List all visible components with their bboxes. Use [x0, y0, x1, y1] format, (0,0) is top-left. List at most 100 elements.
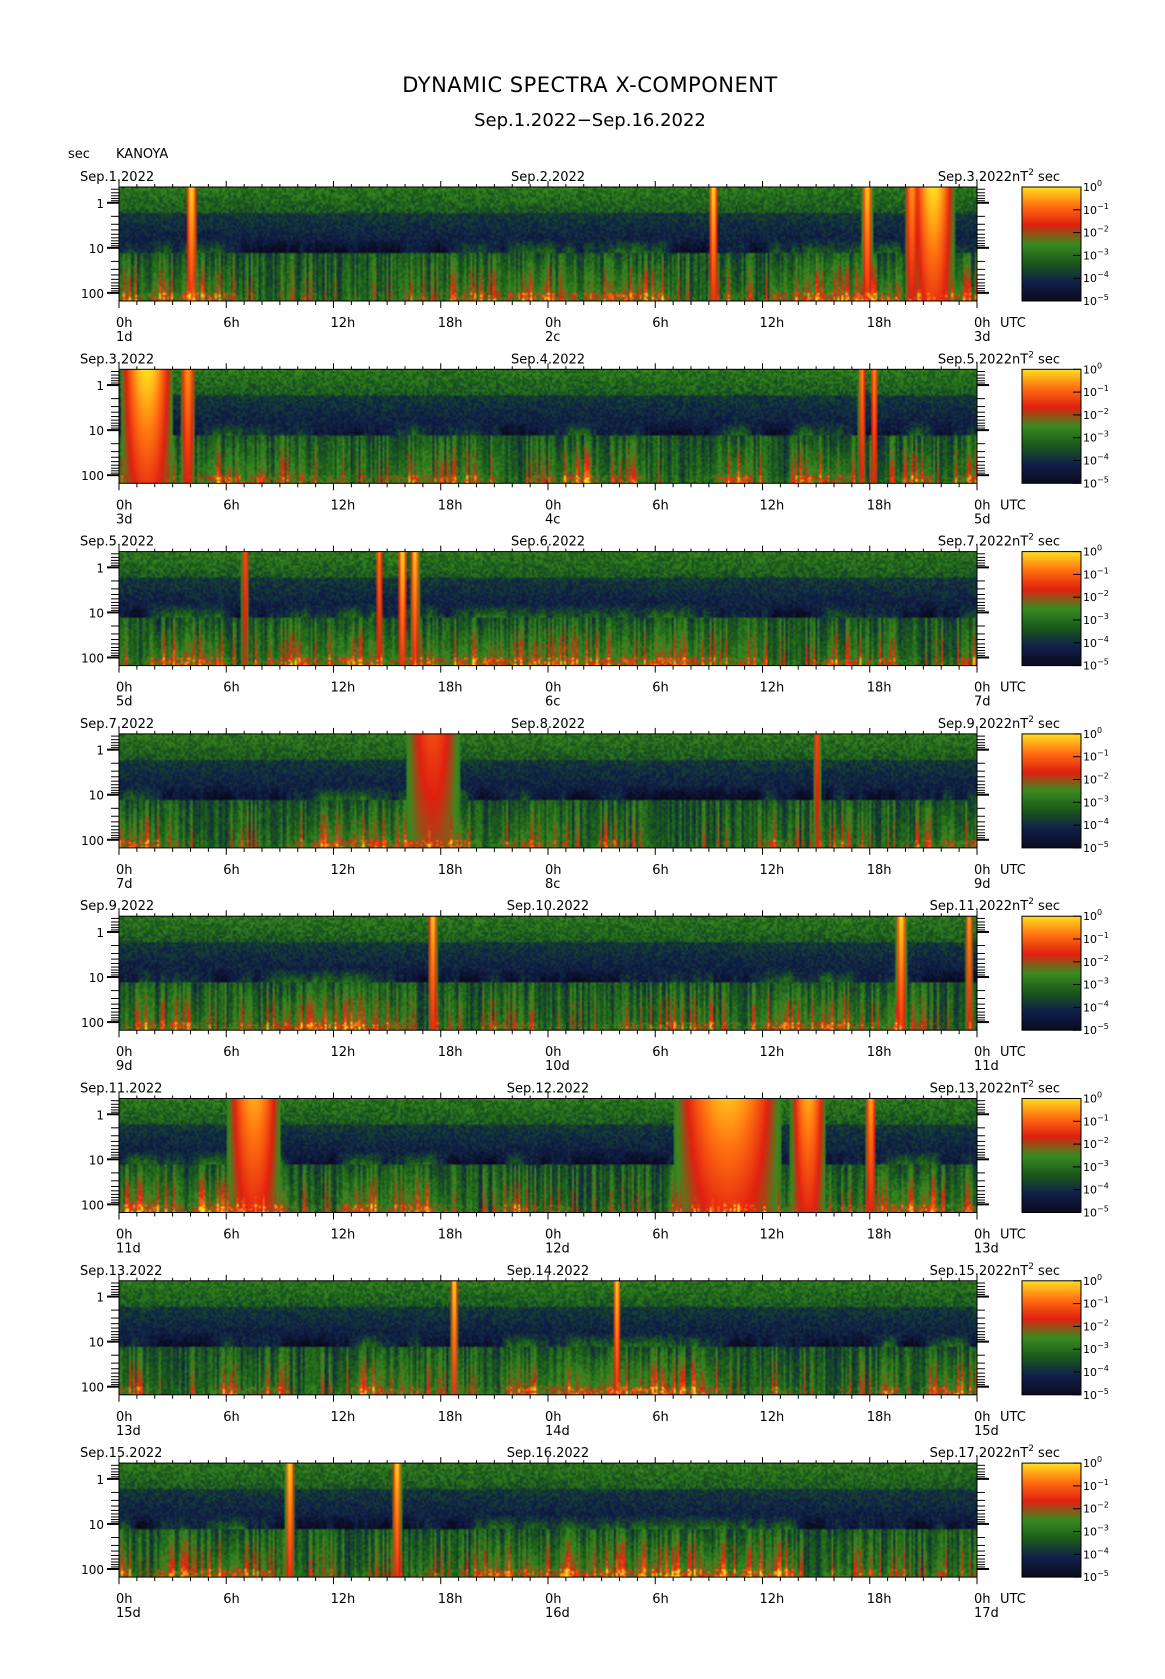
x-tick-label: 0h	[116, 1045, 133, 1060]
date-label-right: Sep.7.2022	[938, 535, 1012, 550]
colorbar-tick-label: 10−5	[1083, 840, 1109, 855]
colorbar-rect	[1021, 1462, 1082, 1578]
x-tick-label: 0h	[974, 1410, 991, 1425]
x-tick-label: 12h	[760, 1228, 785, 1243]
y-tick-label: 10	[89, 1153, 104, 1167]
colorbar-tick-label: 10−5	[1083, 658, 1109, 673]
colorbar-tick-label: 100	[1083, 361, 1102, 376]
date-label-right: Sep.17.2022	[930, 1446, 1012, 1461]
x-tick-label: 18h	[867, 863, 892, 878]
x-tick-label: 18h	[867, 1592, 892, 1607]
y-tick-label: 1	[96, 1473, 104, 1487]
colorbar-unit-label: nT2 sec	[1012, 533, 1060, 550]
y-tick-label: 100	[81, 1198, 104, 1212]
day-label-end: 7d	[974, 695, 991, 710]
colorbar: 100 10−1 10−2 10−3 10−4 10−5 nT2 sec	[1012, 168, 1109, 308]
day-label-end: 15d	[974, 1424, 999, 1439]
x-tick-label: 12h	[760, 863, 785, 878]
x-tick-label: 0h	[116, 681, 133, 696]
colorbar-tick-label: 10−1	[1083, 931, 1109, 946]
colorbar-tick-label: 10−2	[1083, 1501, 1109, 1516]
colorbar-tick-label: 10−2	[1083, 225, 1109, 240]
y-tick-label: 1	[96, 926, 104, 940]
x-tick-label: 0h	[545, 1228, 562, 1243]
x-tick-label: 18h	[438, 863, 463, 878]
panels-group: Sep.1.2022 Sep.2.2022 Sep.3.20221101000h 6h…	[80, 168, 1109, 1621]
colorbar-tick-label: 100	[1083, 908, 1102, 923]
x-tick-label: 12h	[331, 681, 356, 696]
x-tick-label: 18h	[867, 316, 892, 331]
x-tick-label: 6h	[652, 863, 669, 878]
x-tick-label: 12h	[760, 681, 785, 696]
day-label-mid: 8c	[545, 877, 560, 892]
colorbar-unit-label: nT2 sec	[1012, 897, 1060, 914]
colorbar-tick-label: 10−5	[1083, 1205, 1109, 1220]
day-label-mid: 4c	[545, 512, 560, 527]
colorbar: 100 10−1 10−2 10−3 10−4 10−5 nT2 sec	[1012, 1080, 1109, 1220]
colorbar-tick-label: 100	[1083, 1455, 1102, 1470]
day-label-mid: 14d	[545, 1424, 570, 1439]
day-label-end: 3d	[974, 330, 991, 345]
colorbar: 100 10−1 10−2 10−3 10−4 10−5 nT2 sec	[1012, 533, 1109, 673]
chart-subtitle: Sep.1.2022−Sep.16.2022	[474, 110, 706, 131]
y-tick-label: 10	[89, 1336, 104, 1350]
x-tick-label: 0h	[974, 863, 991, 878]
colorbar-tick-label: 10−2	[1083, 772, 1109, 787]
chart-title: DYNAMIC SPECTRA X-COMPONENT	[402, 73, 778, 97]
spectrogram-panel-4: Sep.7.2022 Sep.8.2022 Sep.9.20221101000h 6h…	[80, 715, 1109, 892]
colorbar-tick-label: 10−1	[1083, 202, 1109, 217]
x-tick-label: 0h	[974, 1045, 991, 1060]
colorbar-tick-label: 10−4	[1083, 1182, 1109, 1197]
x-tick-label: 12h	[331, 1592, 356, 1607]
spectrogram-image	[119, 187, 977, 301]
x-tick-label: 0h	[545, 863, 562, 878]
day-label-mid: 12d	[545, 1242, 570, 1257]
date-label-right: Sep.11.2022	[930, 899, 1012, 914]
utc-label: UTC	[1000, 1592, 1026, 1607]
y-tick-label: 10	[89, 971, 104, 985]
dynamic-spectra-figure: DYNAMIC SPECTRA X-COMPONENT Sep.1.2022−S…	[68, 73, 1109, 1621]
utc-label: UTC	[1000, 1410, 1026, 1425]
day-label-end: 9d	[974, 877, 991, 892]
colorbar-rect	[1021, 1098, 1082, 1213]
colorbar: 100 10−1 10−2 10−3 10−4 10−5 nT2 sec	[1012, 897, 1109, 1037]
x-tick-label: 6h	[652, 1228, 669, 1243]
colorbar: 100 10−1 10−2 10−3 10−4 10−5 nT2 sec	[1012, 1262, 1109, 1402]
date-label-right: Sep.13.2022	[930, 1082, 1012, 1097]
x-tick-label: 6h	[652, 498, 669, 513]
date-label-left: Sep.11.2022	[80, 1082, 162, 1097]
x-tick-label: 0h	[974, 498, 991, 513]
colorbar-tick-label: 10−1	[1083, 566, 1109, 581]
colorbar-tick-label: 10−4	[1083, 270, 1109, 285]
x-tick-label: 0h	[116, 498, 133, 513]
x-tick-label: 18h	[867, 681, 892, 696]
x-tick-label: 12h	[331, 1228, 356, 1243]
y-tick-label: 1	[96, 379, 104, 393]
y-tick-label: 100	[81, 287, 104, 301]
colorbar-tick-label: 10−3	[1083, 247, 1109, 262]
colorbar-tick-label: 10−4	[1083, 635, 1109, 650]
x-tick-label: 0h	[116, 316, 133, 331]
y-tick-label: 1	[96, 744, 104, 758]
x-tick-label: 12h	[760, 1592, 785, 1607]
x-tick-label: 6h	[223, 316, 240, 331]
date-label-right: Sep.3.2022	[938, 170, 1012, 185]
x-tick-label: 6h	[652, 1592, 669, 1607]
y-tick-label: 1	[96, 1291, 104, 1305]
x-tick-label: 0h	[116, 1228, 133, 1243]
colorbar-tick-label: 100	[1083, 1091, 1102, 1106]
day-label-start: 9d	[116, 1059, 133, 1074]
x-tick-label: 18h	[438, 498, 463, 513]
y-tick-label: 10	[89, 789, 104, 803]
spectrogram-image	[119, 1463, 977, 1578]
x-tick-label: 12h	[331, 863, 356, 878]
colorbar-tick-label: 10−5	[1083, 1569, 1109, 1584]
colorbar-unit-label: nT2 sec	[1012, 168, 1060, 185]
spectrogram-panel-8: Sep.15.2022 Sep.16.2022 Sep.17.20221101000…	[80, 1444, 1109, 1621]
colorbar-tick-label: 10−1	[1083, 1113, 1109, 1128]
colorbar-tick-label: 10−3	[1083, 794, 1109, 809]
date-label-left: Sep.3.2022	[80, 352, 154, 367]
colorbar-tick-label: 10−2	[1083, 589, 1109, 604]
utc-label: UTC	[1000, 316, 1026, 331]
day-label-mid: 10d	[545, 1059, 570, 1074]
